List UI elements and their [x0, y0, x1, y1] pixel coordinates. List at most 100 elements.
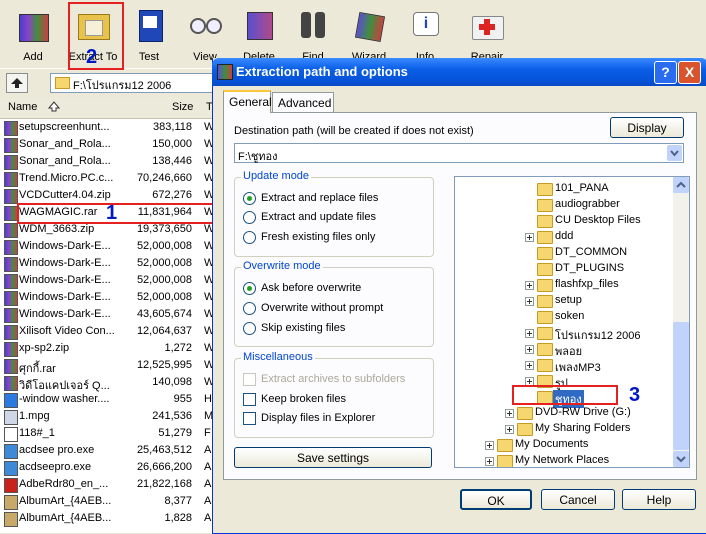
rar-file-icon [4, 138, 18, 153]
ok-button[interactable]: OK [460, 489, 532, 510]
expand-plus-icon[interactable] [485, 457, 494, 466]
tree-node-label: 101_PANA [555, 182, 609, 194]
tree-node-label: My Network Places [515, 454, 610, 466]
help-button[interactable]: Help [622, 489, 696, 510]
file-row[interactable]: Windows-Dark-E... 52,000,008 W [0, 255, 230, 272]
folder-icon [537, 183, 553, 196]
address-input[interactable]: F:\โปรแกรม12 2006 [50, 73, 222, 93]
info-button[interactable]: i Info [398, 4, 452, 64]
file-name: Windows-Dark-E... [19, 291, 111, 303]
expand-plus-icon[interactable] [525, 361, 534, 370]
expand-plus-icon[interactable] [525, 297, 534, 306]
save-settings-button[interactable]: Save settings [234, 447, 432, 468]
rar-file-icon [4, 172, 18, 187]
file-list: setupscreenhunt... 383,118 W Sonar_and_Rola… [0, 119, 230, 533]
expand-plus-icon[interactable] [485, 441, 494, 450]
view-button[interactable]: View [178, 4, 232, 64]
file-name: AdbeRdr80_en_... [19, 478, 109, 490]
find-button[interactable]: Find [286, 4, 340, 64]
file-row[interactable]: AlbumArt_{4AEB... 1,828 A [0, 510, 230, 527]
file-row[interactable]: Windows-Dark-E... 43,605,674 W [0, 306, 230, 323]
file-row[interactable]: acdsee pro.exe 25,463,512 A [0, 442, 230, 459]
expand-plus-icon[interactable] [505, 425, 514, 434]
help-question-button[interactable]: ? [654, 61, 677, 84]
file-row[interactable]: 118#_1 51,279 F [0, 425, 230, 442]
file-row[interactable]: xp-sp2.zip 1,272 W [0, 340, 230, 357]
column-size[interactable]: Size [172, 101, 193, 113]
file-row[interactable]: acdseepro.exe 26,666,200 A [0, 459, 230, 476]
file-name: acdsee pro.exe [19, 444, 95, 456]
folder-icon [497, 455, 513, 467]
add-button[interactable]: Add [6, 4, 60, 64]
checkbox-indicator[interactable] [243, 393, 256, 406]
cancel-button[interactable]: Cancel [541, 489, 615, 510]
annotation-number-1: 1 [106, 202, 118, 224]
tree-node-label: flashfxp_files [555, 278, 619, 290]
file-row[interactable]: AdbeRdr80_en_... 21,822,168 A [0, 476, 230, 493]
file-row[interactable]: 1.mpg 241,536 M [0, 408, 230, 425]
file-row[interactable]: Xilisoft Video Con... 12,064,637 W [0, 323, 230, 340]
checkbox-indicator[interactable] [243, 412, 256, 425]
scroll-thumb[interactable] [673, 322, 689, 450]
dropdown-arrow-icon[interactable] [667, 145, 682, 161]
tab-advanced[interactable]: Advanced [272, 92, 334, 112]
file-size: 140,098 [152, 376, 192, 388]
expand-plus-icon[interactable] [525, 233, 534, 242]
highlight-box-3 [512, 385, 618, 405]
file-row[interactable]: วิดีโอแคปเจอร์ Q... 140,098 W [0, 374, 230, 392]
file-type: A [204, 461, 212, 473]
file-row[interactable]: Windows-Dark-E... 52,000,008 W [0, 238, 230, 255]
rar-file-icon [4, 325, 18, 340]
file-row[interactable]: ศุกกี้.rar 12,525,995 W [0, 357, 230, 375]
expand-plus-icon[interactable] [525, 345, 534, 354]
tree-scrollbar[interactable] [673, 177, 689, 467]
winrar-icon [217, 64, 233, 80]
rar-file-icon [4, 376, 18, 391]
expand-plus-icon[interactable] [525, 281, 534, 290]
radio-indicator[interactable] [243, 211, 256, 224]
file-row[interactable]: setupscreenhunt... 383,118 W [0, 119, 230, 136]
radio-label: Fresh existing files only [261, 231, 376, 243]
view-glasses-icon [187, 8, 223, 44]
file-row[interactable]: Sonar_and_Rola... 138,446 W [0, 153, 230, 170]
up-folder-button[interactable] [6, 73, 28, 93]
file-size: 12,064,637 [136, 325, 192, 337]
radio-indicator[interactable] [243, 322, 256, 335]
repair-button[interactable]: Repair [460, 4, 514, 64]
radio-indicator[interactable] [243, 302, 256, 315]
tree-node-label: soken [555, 310, 585, 322]
destination-path-input[interactable]: F:\ชูทอง [234, 143, 684, 163]
delete-button[interactable]: Delete [232, 4, 286, 64]
file-row[interactable]: Trend.Micro.PC.c... 70,246,660 W [0, 170, 230, 187]
file-row[interactable]: Windows-Dark-E... 52,000,008 W [0, 289, 230, 306]
file-name: Windows-Dark-E... [19, 257, 111, 269]
file-name: xp-sp2.zip [19, 342, 70, 354]
folder-icon [537, 295, 553, 308]
scroll-up-arrow-icon[interactable] [673, 177, 689, 193]
file-row[interactable]: Windows-Dark-E... 52,000,008 W [0, 272, 230, 289]
file-row[interactable]: Sonar_and_Rola... 150,000 W [0, 136, 230, 153]
radio-indicator[interactable] [243, 192, 256, 205]
folder-icon [537, 359, 553, 372]
file-row[interactable]: AlbumArt_{4AEB... 8,377 A [0, 493, 230, 510]
radio-label: Ask before overwrite [261, 282, 362, 294]
rar-file-icon [4, 308, 18, 323]
test-button[interactable]: Test [122, 4, 176, 64]
close-button[interactable]: X [678, 61, 701, 84]
dialog-titlebar[interactable]: Extraction path and options ? X [212, 58, 706, 86]
display-button[interactable]: Display [610, 117, 684, 138]
folder-icon [517, 423, 533, 436]
file-name: Sonar_and_Rola... [19, 155, 111, 167]
column-name[interactable]: Name [8, 101, 37, 113]
wizard-button[interactable]: Wizard [342, 4, 396, 64]
file-row[interactable]: -window washer.... 955 H [0, 391, 230, 408]
file-size: 1,828 [164, 512, 192, 524]
scroll-down-arrow-icon[interactable] [673, 451, 689, 467]
radio-indicator[interactable] [243, 231, 256, 244]
tab-general[interactable]: General [223, 90, 272, 113]
info-icon: i [407, 8, 443, 44]
tree-node-label: ddd [555, 230, 574, 242]
expand-plus-icon[interactable] [525, 329, 534, 338]
expand-plus-icon[interactable] [505, 409, 514, 418]
radio-indicator[interactable] [243, 282, 256, 295]
